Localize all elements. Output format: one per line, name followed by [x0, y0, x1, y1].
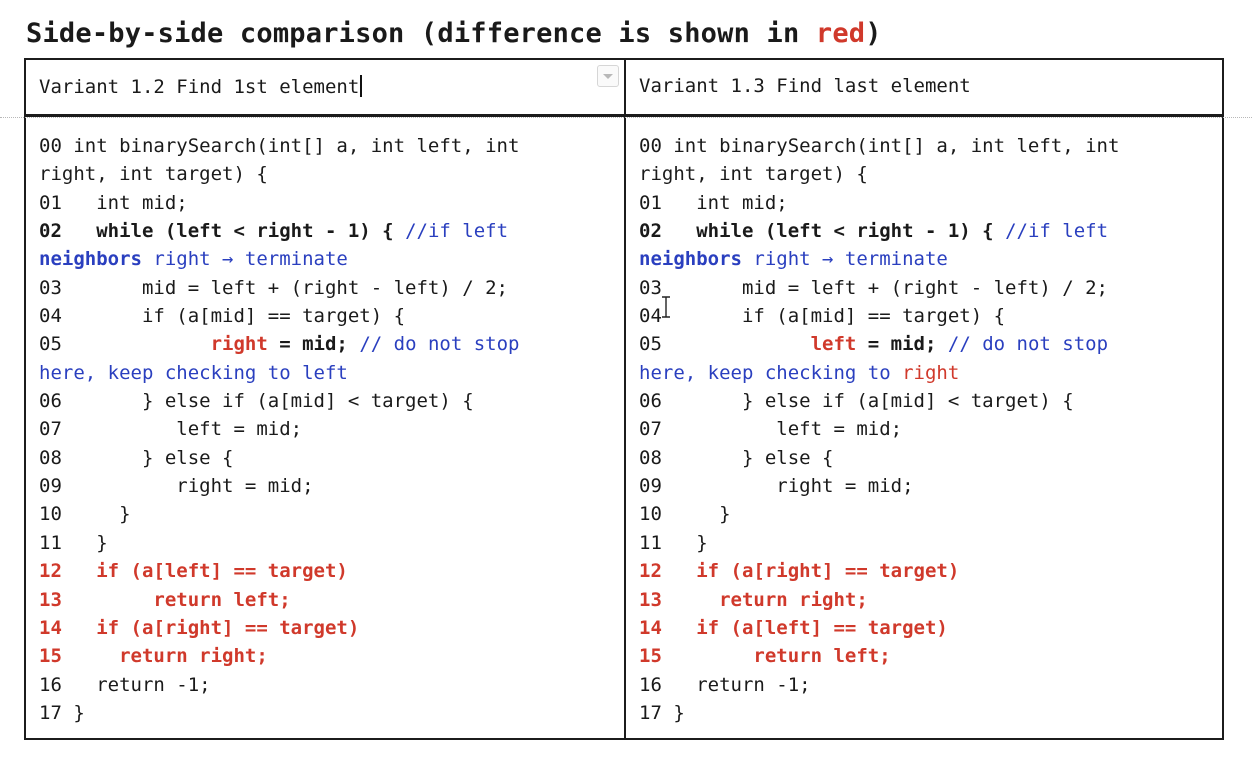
code-line: 09 right = mid;	[39, 475, 314, 498]
code-line: 17 }	[639, 701, 685, 724]
code-line: neighbors right → terminate	[639, 245, 1217, 273]
code-line: 06 } else if (a[mid] < target) {	[39, 390, 474, 413]
code-line: here, keep checking to left	[39, 361, 348, 384]
code-comment-bold: neighbors	[39, 248, 142, 271]
code-comment: // do not stop	[347, 333, 520, 356]
code-line: 00 int binarySearch(int[] a, int left, i…	[639, 135, 1120, 157]
left-code-block: 00 int binarySearch(int[] a, int left, i…	[39, 132, 617, 727]
code-line: 00 int binarySearch(int[] a, int left, i…	[39, 135, 520, 157]
code-line: 17 }	[39, 701, 85, 724]
right-header-input[interactable]: Variant 1.3 Find last element	[639, 75, 971, 97]
left-header-input[interactable]: Variant 1.2 Find 1st element	[39, 75, 363, 98]
diff-line: 15 return right;	[39, 645, 268, 668]
code-line: 10 }	[639, 503, 731, 526]
code-line: 04 if (a[mid] == target) {	[639, 305, 1006, 328]
code-line: 16 return -1;	[39, 673, 211, 696]
diff-text: right	[902, 361, 960, 384]
chevron-down-icon[interactable]	[597, 65, 619, 87]
code-line: 03 mid = left + (right - left) / 2;	[39, 276, 508, 299]
page-title: Side-by-side comparison (difference is s…	[26, 18, 882, 49]
code-text: 05	[639, 333, 811, 356]
diff-text: right	[210, 333, 268, 356]
dotted-guide-line	[0, 117, 1252, 118]
code-line: 03 mid = left + (right - left) / 2;	[639, 276, 1108, 299]
text-caret	[360, 75, 363, 97]
diff-line: 13 return right;	[639, 588, 868, 611]
diff-line: 12 if (a[right] == target)	[639, 560, 960, 583]
code-comment: here, keep checking to	[639, 361, 903, 384]
code-line: 09 right = mid;	[639, 475, 914, 498]
code-line: 07 left = mid;	[39, 418, 303, 441]
code-line: 06 } else if (a[mid] < target) {	[639, 390, 1074, 413]
code-text-bold: = mid;	[856, 333, 937, 356]
diff-line: 14 if (a[left] == target)	[639, 616, 948, 639]
code-line: 11 }	[39, 531, 108, 554]
code-line: 02 while (left < right - 1) { //if left	[639, 217, 1217, 245]
code-line: 01 int mid;	[39, 191, 188, 214]
code-line: neighbors right → terminate	[39, 245, 617, 273]
code-comment: //if left	[405, 220, 509, 243]
code-line: 08 } else {	[39, 446, 234, 469]
code-comment: right → terminate	[141, 248, 348, 271]
code-line: 07 left = mid;	[639, 418, 903, 441]
left-header-text: Variant 1.2 Find 1st element	[39, 76, 360, 98]
code-line: here, keep checking to right	[639, 359, 1217, 387]
code-line: right, int target) {	[639, 163, 868, 186]
code-text: 05	[39, 333, 211, 356]
code-comment: //if left	[1005, 220, 1109, 243]
code-comment-bold: neighbors	[639, 248, 742, 271]
diff-text: left	[810, 333, 857, 356]
code-line: 02 while (left < right - 1) { //if left	[39, 217, 617, 245]
column-divider	[624, 58, 626, 740]
code-text: while (left < right - 1) {	[61, 220, 406, 243]
diff-line: 13 return left;	[39, 588, 291, 611]
code-line: right, int target) {	[39, 163, 268, 186]
diff-line: 14 if (a[right] == target)	[39, 616, 360, 639]
code-comment: // do not stop	[936, 333, 1109, 356]
title-suffix: )	[865, 18, 882, 49]
code-line: 01 int mid;	[639, 191, 788, 214]
code-line: 04 if (a[mid] == target) {	[39, 305, 406, 328]
title-prefix: Side-by-side comparison (difference is s…	[26, 18, 816, 49]
diff-line: 15 return left;	[639, 645, 891, 668]
line-number: 02	[39, 220, 62, 243]
code-line: 10 }	[39, 503, 131, 526]
text-cursor-icon	[662, 296, 670, 318]
code-text-bold: = mid;	[267, 333, 348, 356]
line-number: 02	[639, 220, 662, 243]
code-line: 08 } else {	[639, 446, 834, 469]
title-highlight: red	[815, 18, 866, 49]
code-line: 05 left = mid; // do not stop	[639, 330, 1217, 358]
code-line: 16 return -1;	[639, 673, 811, 696]
code-line: 05 right = mid; // do not stop	[39, 330, 617, 358]
code-comment: right → terminate	[741, 248, 948, 271]
code-line: 11 }	[639, 531, 708, 554]
right-header-text: Variant 1.3 Find last element	[639, 75, 971, 97]
right-code-block: 00 int binarySearch(int[] a, int left, i…	[639, 132, 1217, 727]
code-text: while (left < right - 1) {	[661, 220, 1006, 243]
diff-line: 12 if (a[left] == target)	[39, 560, 348, 583]
